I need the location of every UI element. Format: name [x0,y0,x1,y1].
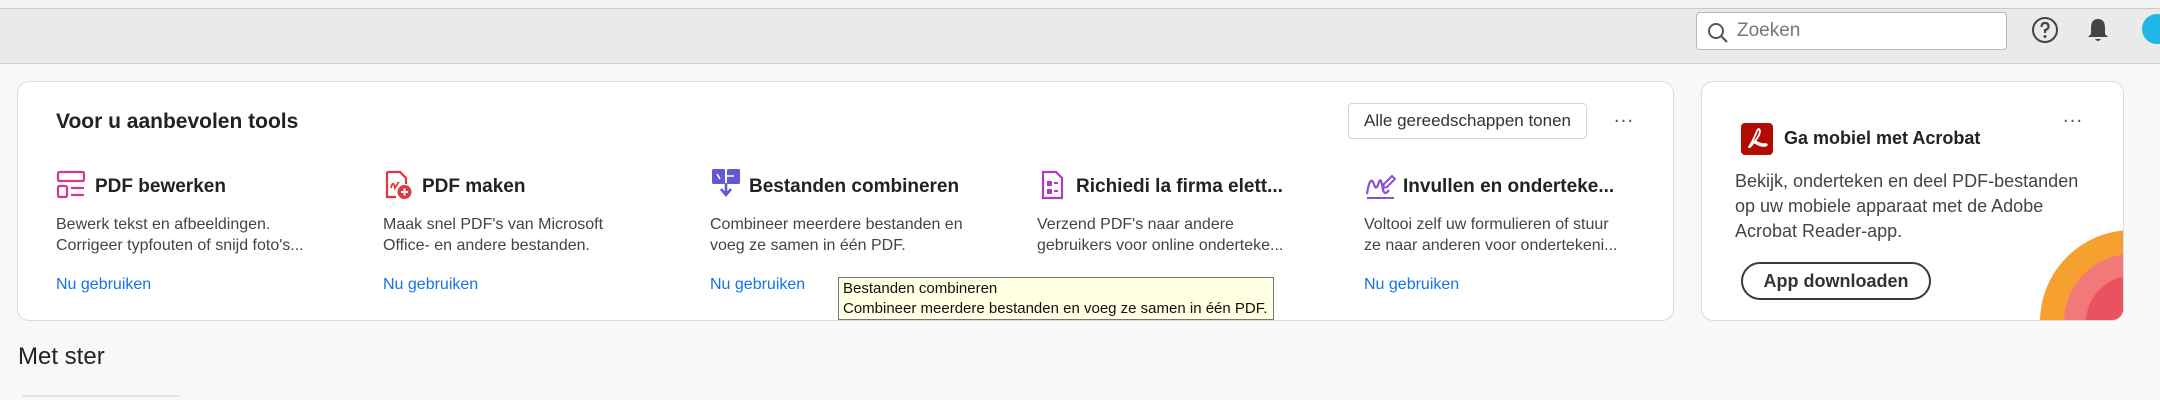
tool-description: Maak snel PDF's van Microsoft Office- en… [383,216,604,254]
search-icon [1708,23,1728,43]
request-signature-icon [1041,170,1064,200]
combine-files-icon [712,169,740,198]
bell-icon[interactable] [2085,16,2111,44]
starred-section-title: Met ster [18,343,105,370]
mobile-card-description: Bekijk, onderteken en deel PDF-bestanden… [1735,171,2079,241]
tool-name[interactable]: PDF bewerken [95,176,355,198]
use-now-link[interactable]: Nu gebruiken [383,276,478,294]
tool-description: Bewerk tekst en afbeeldingen. Corrigeer … [56,216,304,254]
tool-pdf-edit: PDF bewerken Bewerk tekst en afbeeldinge… [56,82,356,320]
more-options-button[interactable]: ··· [2057,110,2089,134]
tool-description: Combineer meerdere bestanden en voeg ze … [710,216,963,254]
acrobat-icon [1741,123,1773,155]
mobile-card-title: Ga mobiel met Acrobat [1784,128,1981,148]
tool-name[interactable]: Bestanden combineren [749,176,1009,198]
edit-pdf-icon [56,170,86,199]
tool-description: Voltooi zelf uw formulieren of stuur ze … [1364,216,1618,254]
fill-sign-icon [1365,174,1396,199]
tool-name[interactable]: Invullen en onderteke... [1403,176,1663,198]
tooltip: Bestanden combineren Combineer meerdere … [838,277,1274,320]
app-download-button[interactable]: App downloaden [1741,262,1931,300]
tool-fill-sign: Invullen en onderteke... Voltooi zelf uw… [1364,82,1664,320]
create-pdf-icon [385,170,412,199]
tool-name[interactable]: PDF maken [422,176,682,198]
starred-list-edge [22,395,180,400]
search-box[interactable] [1696,12,2007,50]
tool-pdf-create: PDF maken Maak snel PDF's van Microsoft … [383,82,683,320]
tool-description: Verzend PDF's naar andere gebruikers voo… [1037,216,1284,254]
use-now-link[interactable]: Nu gebruiken [1364,276,1459,294]
use-now-link[interactable]: Nu gebruiken [710,276,805,294]
decorative-arcs [2040,230,2123,320]
window-top-strip [0,0,2160,8]
avatar[interactable] [2142,14,2160,44]
go-mobile-card: Ga mobiel met Acrobat ··· Bekijk, ondert… [1701,81,2124,321]
use-now-link[interactable]: Nu gebruiken [56,276,151,294]
tool-name[interactable]: Richiedi la firma elett... [1076,176,1336,198]
search-input[interactable] [1737,19,1997,43]
help-icon[interactable] [2031,16,2059,44]
top-toolbar [0,8,2160,64]
